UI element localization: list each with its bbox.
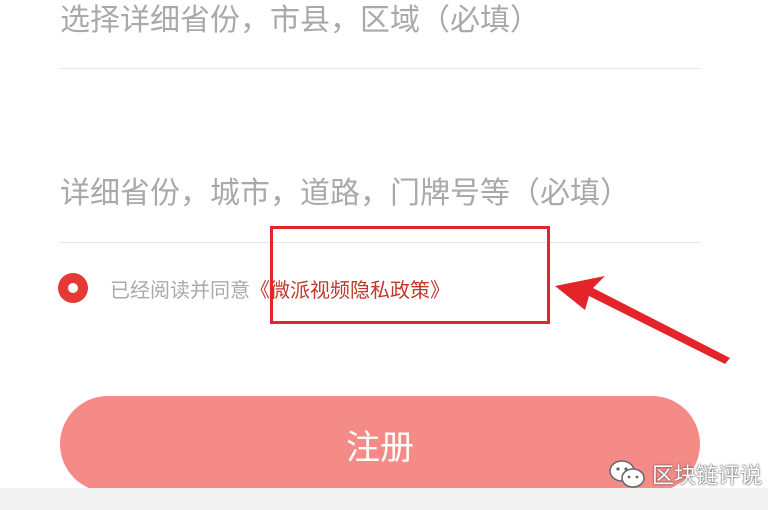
register-button[interactable]: 注册 <box>60 396 700 492</box>
radio-checked-dot <box>68 283 78 293</box>
annotation-highlight-box <box>270 226 550 324</box>
agreement-text: 已经阅读并同意 <box>110 277 250 302</box>
address-input[interactable] <box>60 162 700 224</box>
wechat-icon <box>609 460 645 488</box>
register-button-label: 注册 <box>346 427 414 468</box>
annotation-arrow-icon <box>555 276 730 364</box>
agreement-radio[interactable] <box>58 273 88 303</box>
region-input[interactable] <box>60 0 700 50</box>
watermark: 区块链评说 <box>608 454 762 494</box>
watermark-text: 区块链评说 <box>651 464 762 489</box>
register-page: 已经阅读并同意 《微派视频隐私政策》 注册 区块链评说 <box>0 0 768 510</box>
region-field <box>60 0 700 69</box>
